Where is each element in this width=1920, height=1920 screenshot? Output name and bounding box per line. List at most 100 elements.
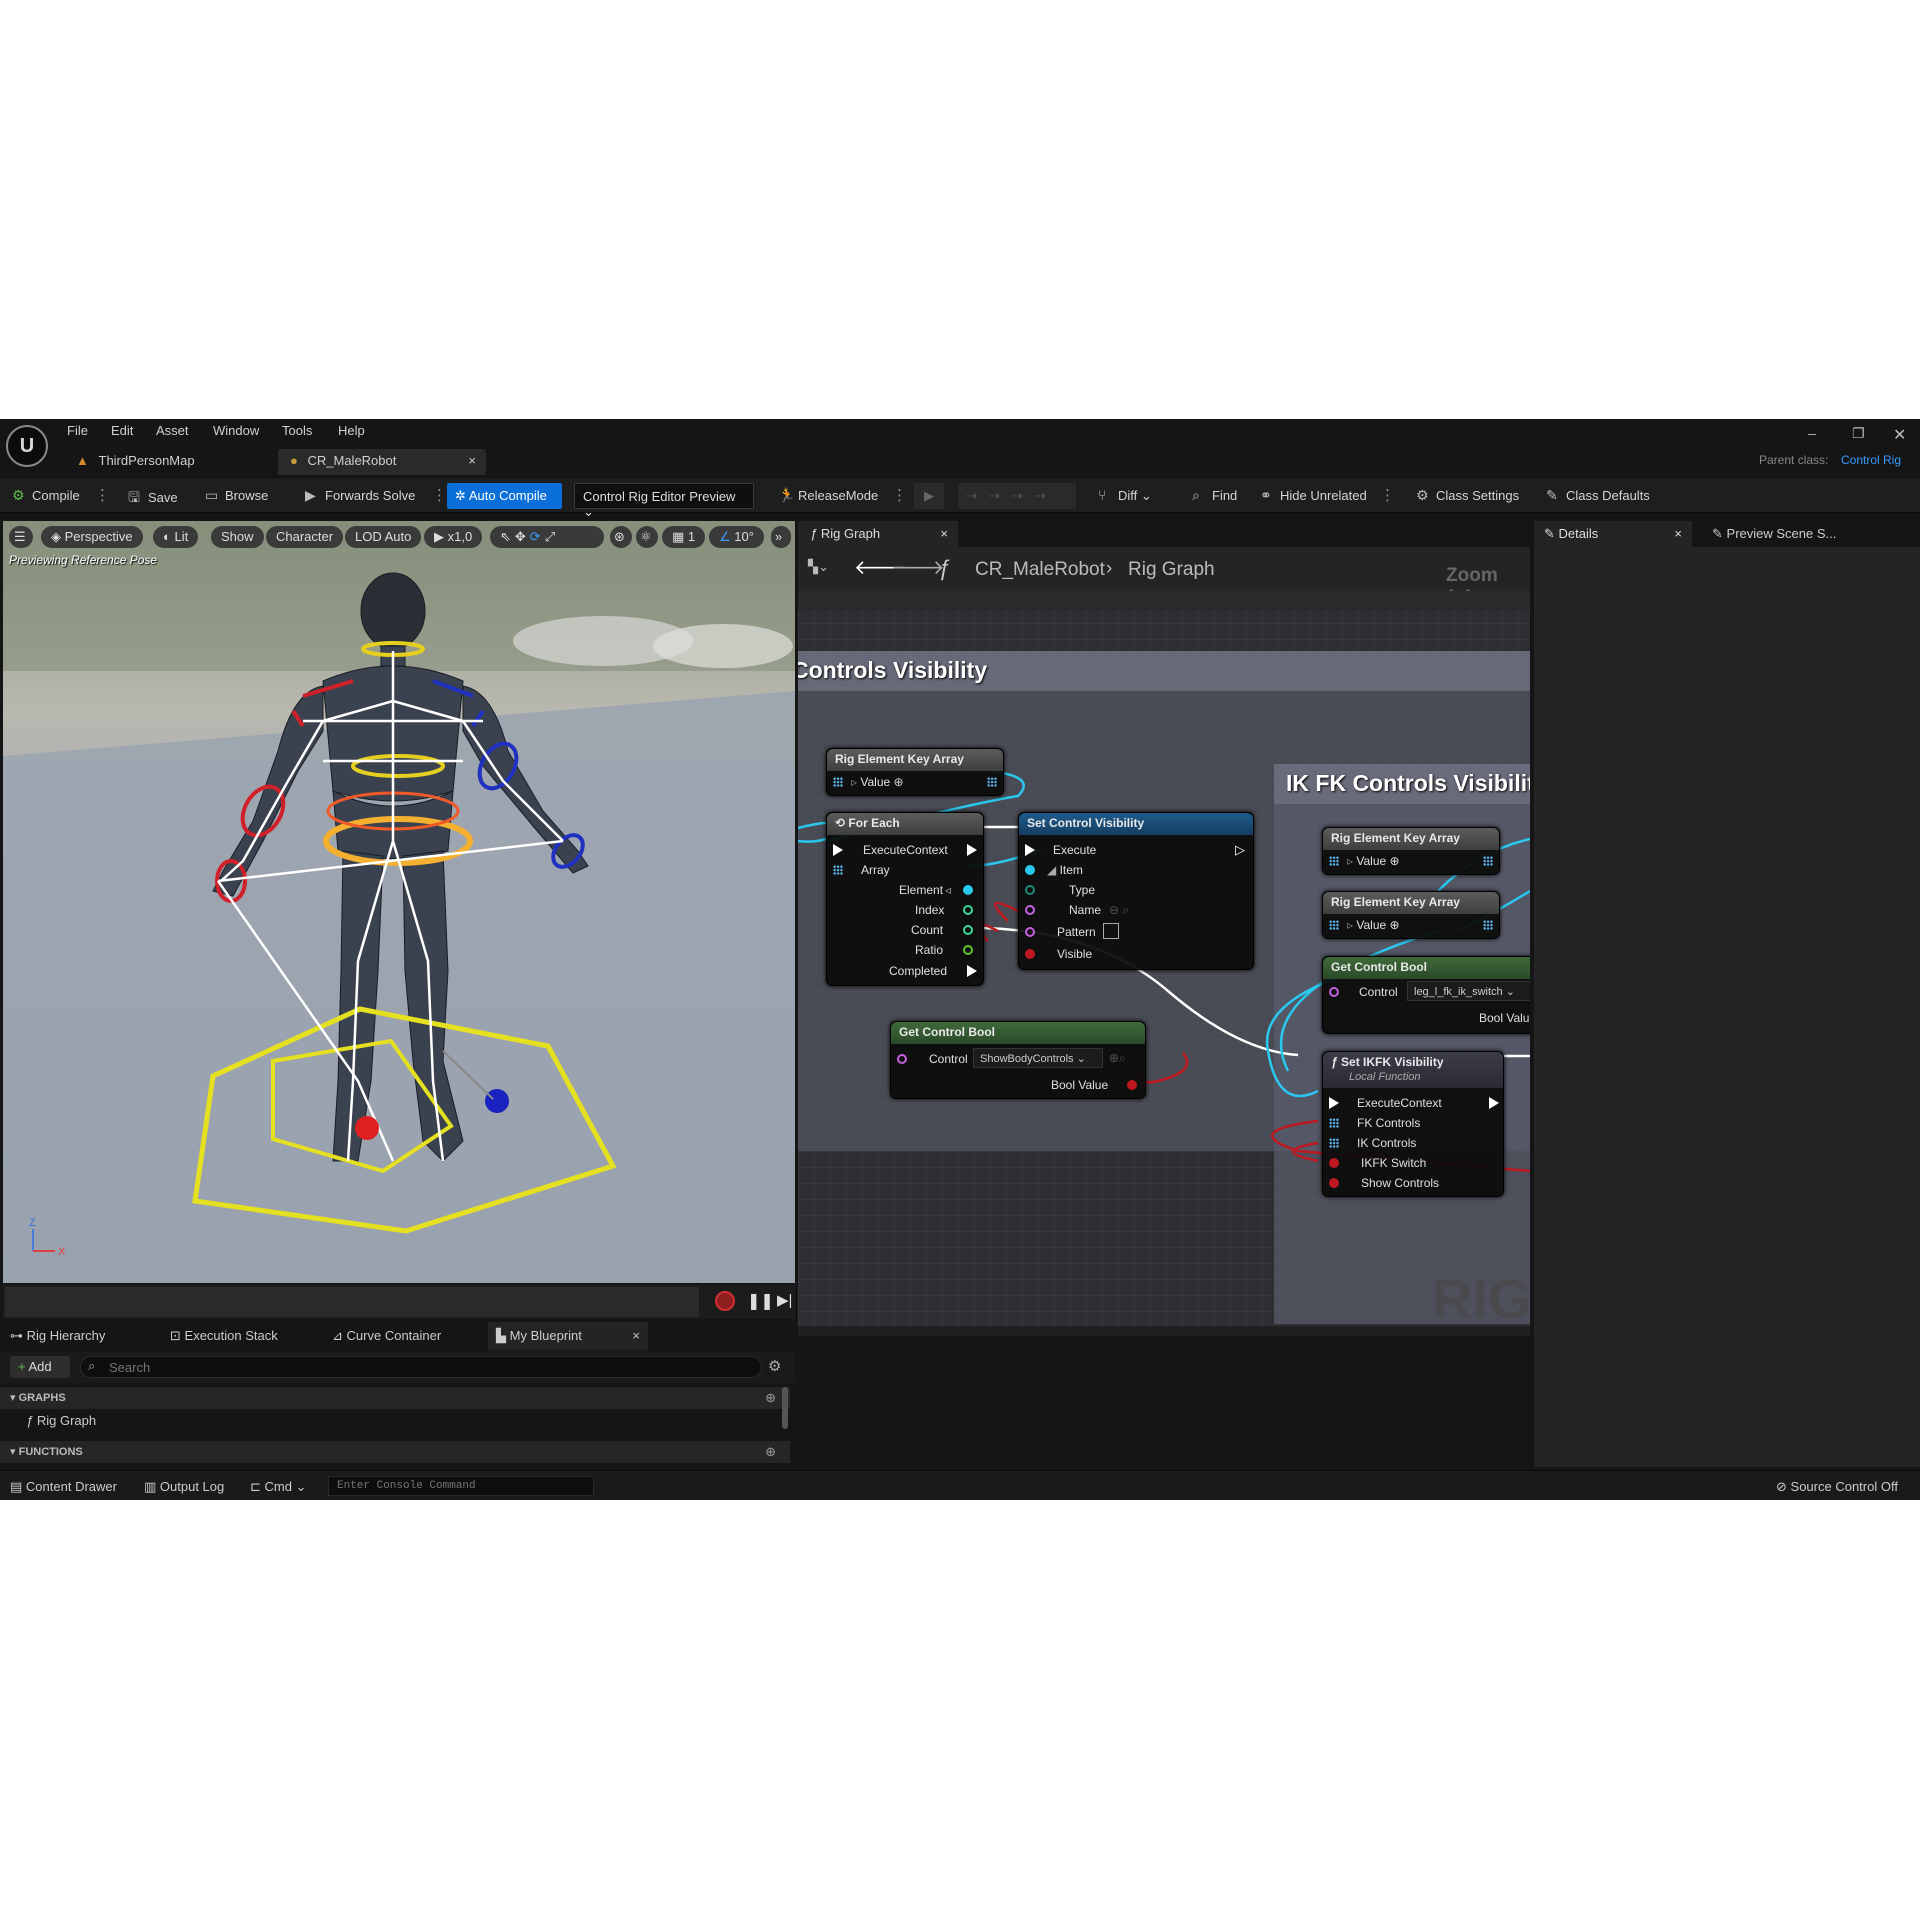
restore-icon[interactable]: ❐ [1852, 425, 1865, 442]
breadcrumb-asset[interactable]: CR_MaleRobot [975, 559, 1105, 581]
source-control-button[interactable]: ⊘ Source Control Off [1776, 1479, 1898, 1495]
viewport-menu-icon[interactable]: ☰ [9, 526, 33, 548]
pattern-checkbox[interactable] [1103, 923, 1119, 939]
add-pin-icon[interactable]: ⊕ [894, 775, 904, 789]
node-get-control-bool[interactable]: Get Control Bool Control ShowBodyControl… [890, 1021, 1146, 1099]
add-graph-icon[interactable]: ⊕ [765, 1390, 776, 1406]
close-tab-icon[interactable]: × [940, 526, 948, 541]
record-icon[interactable] [715, 1291, 735, 1311]
exec-out-pin[interactable] [967, 844, 977, 856]
exec-in-pin[interactable] [1329, 1097, 1339, 1109]
step-forward-icon[interactable]: ▶| [777, 1291, 792, 1309]
array-pin-icon[interactable] [1329, 920, 1339, 930]
unreal-logo-icon[interactable]: U [6, 425, 48, 467]
lit-button[interactable]: ◐ Lit [153, 526, 199, 548]
diff-button[interactable]: ⑂ Diff ⌄ [1098, 487, 1152, 504]
find-button[interactable]: ⌕ Find [1192, 487, 1237, 504]
solve-options-icon[interactable]: ⋮ [432, 486, 447, 504]
ratio-pin[interactable] [963, 945, 973, 955]
forward-arrow-icon[interactable]: 🡒 [891, 555, 945, 580]
count-pin[interactable] [963, 925, 973, 935]
node-rig-element-key-array-2[interactable]: Rig Element Key Array ▹ Value ⊕ [1322, 827, 1500, 875]
show-controls-pin[interactable] [1329, 1178, 1339, 1188]
control-pin[interactable] [1329, 987, 1339, 997]
playback-speed-button[interactable]: ▶ x1,0 [424, 526, 483, 548]
close-tab-icon[interactable]: × [1674, 526, 1682, 541]
pause-icon[interactable]: ❚❚ [747, 1291, 774, 1311]
perspective-button[interactable]: ◈ Perspective [41, 526, 143, 548]
menu-help[interactable]: Help [338, 423, 365, 438]
control-dropdown[interactable]: ShowBodyControls ⌄ [973, 1048, 1103, 1068]
compile-button[interactable]: ⚙ Compile [12, 487, 80, 504]
forwards-solve-button[interactable]: ▶ Forwards Solve [305, 487, 415, 504]
bookmark-icon[interactable]: ▚⌄ [808, 559, 829, 575]
index-pin[interactable] [963, 905, 973, 915]
element-expand-icon[interactable]: ◃ [945, 883, 951, 897]
tab-curve-container[interactable]: ⊿ Curve Container [332, 1328, 441, 1344]
graphs-section-header[interactable]: ▾ GRAPHS ⊕ [0, 1387, 790, 1409]
type-pin[interactable] [1025, 885, 1035, 895]
array-pin-icon[interactable] [1329, 856, 1339, 866]
panel-scrollbar[interactable] [782, 1387, 788, 1429]
pattern-pin[interactable] [1025, 927, 1035, 937]
add-function-icon[interactable]: ⊕ [765, 1444, 776, 1460]
show-button[interactable]: Show [211, 526, 264, 548]
lod-button[interactable]: LOD Auto [345, 526, 422, 548]
tab-execution-stack[interactable]: ⊡ Execution Stack [170, 1328, 278, 1344]
control-pin[interactable] [897, 1054, 907, 1064]
tab-thirdpersonmap[interactable]: ▲ ThirdPersonMap [64, 449, 274, 475]
close-tab-icon[interactable]: × [468, 453, 476, 468]
element-pin[interactable] [963, 885, 973, 895]
node-get-control-bool-2[interactable]: Get Control Bool Control leg_l_fk_ik_swi… [1322, 956, 1530, 1034]
gear-icon[interactable]: ⚙ [768, 1357, 781, 1375]
add-button[interactable]: + Add [10, 1356, 70, 1378]
array-pin-icon[interactable] [833, 865, 843, 875]
content-drawer-button[interactable]: ▤ Content Drawer [10, 1479, 117, 1495]
menu-file[interactable]: File [67, 423, 88, 438]
node-for-each[interactable]: ⟲ For Each ExecuteContext Array Element … [826, 812, 984, 986]
surface-snap-icon[interactable]: ⚛ [636, 526, 658, 548]
menu-edit[interactable]: Edit [111, 423, 133, 438]
node-set-ikfk-visibility[interactable]: ƒ Set IKFK Visibility Local Function Exec… [1322, 1051, 1504, 1197]
fk-controls-pin[interactable] [1329, 1118, 1339, 1128]
item-pin[interactable] [1025, 865, 1035, 875]
exec-out-pin[interactable] [1489, 1097, 1499, 1109]
preview-viewport[interactable]: Z X ☰ ◈ Perspective ◐ Lit Show Character… [3, 521, 795, 1283]
close-tab-icon[interactable]: × [632, 1328, 640, 1343]
visible-pin[interactable] [1025, 949, 1035, 959]
ikfk-switch-pin[interactable] [1329, 1158, 1339, 1168]
save-button[interactable]: 🖫 Save [128, 487, 178, 511]
menu-asset[interactable]: Asset [156, 423, 189, 438]
tab-my-blueprint[interactable]: ▙ My Blueprint × [488, 1322, 648, 1350]
bool-value-pin[interactable] [1127, 1080, 1137, 1090]
class-defaults-button[interactable]: ✎ Class Defaults [1546, 487, 1650, 504]
menu-tools[interactable]: Tools [282, 423, 312, 438]
exec-in-pin[interactable] [1025, 844, 1035, 856]
control-actions-icon[interactable]: ⊕⌕ [1109, 1051, 1126, 1066]
breadcrumb-graph[interactable]: Rig Graph [1128, 559, 1215, 581]
array-out-pin-icon[interactable] [987, 777, 997, 787]
class-settings-button[interactable]: ⚙ Class Settings [1416, 487, 1519, 504]
rig-graph-canvas[interactable]: Controls Visibility IK FK Controls Visib… [798, 591, 1530, 1336]
exec-in-pin[interactable] [833, 844, 843, 856]
tab-rig-graph[interactable]: ƒ Rig Graph × [798, 521, 958, 547]
step-controls[interactable]: ⇢⇢⇢⇢ [958, 483, 1076, 509]
more-options-icon[interactable]: » [771, 526, 791, 548]
ik-controls-pin[interactable] [1329, 1138, 1339, 1148]
menu-window[interactable]: Window [213, 423, 259, 438]
release-options-icon[interactable]: ⋮ [892, 486, 907, 504]
release-mode-button[interactable]: 🏃 ReleaseMode [778, 487, 878, 504]
rotation-snap-button[interactable]: ∠ 10° [709, 526, 764, 548]
compile-options-icon[interactable]: ⋮ [95, 486, 110, 504]
timeline-scrubber[interactable] [5, 1287, 699, 1317]
name-actions-icon[interactable]: ⊖ ⌕ [1109, 903, 1129, 918]
console-command-input[interactable] [328, 1476, 594, 1496]
tab-preview-scene[interactable]: ✎ Preview Scene S... [1702, 521, 1872, 547]
browse-button[interactable]: ▭ Browse [205, 487, 268, 504]
parent-class-link[interactable]: Control Rig [1841, 453, 1901, 467]
rig-graph-item[interactable]: ƒ Rig Graph [26, 1413, 96, 1428]
functions-section-header[interactable]: ▾ FUNCTIONS ⊕ [0, 1441, 790, 1463]
add-pin-icon[interactable]: ⊕ [1390, 918, 1400, 932]
array-out-pin-icon[interactable] [1483, 920, 1493, 930]
minimize-icon[interactable]: – [1808, 425, 1816, 441]
